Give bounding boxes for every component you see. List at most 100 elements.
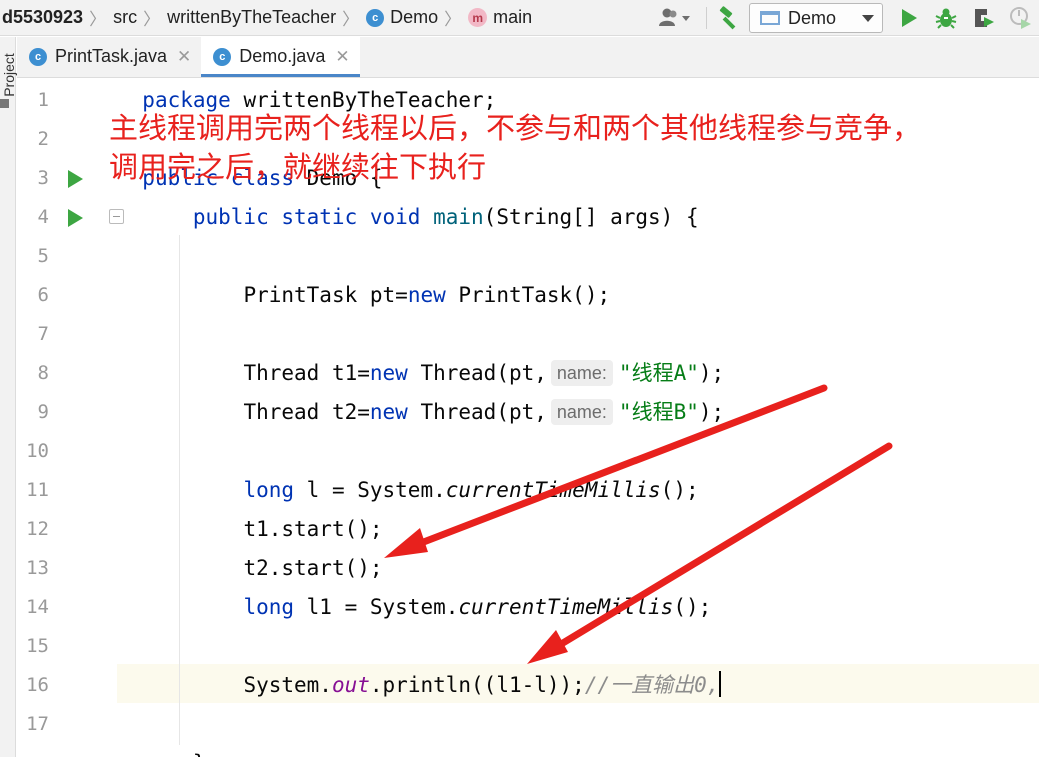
code-line: } — [117, 744, 1039, 757]
gutter-line: 6 — [17, 276, 117, 315]
run-main-gutter-icon[interactable] — [68, 209, 83, 227]
line-number: 3 — [37, 167, 49, 189]
editor-tab-bar: c PrintTask.java ✕ c Demo.java ✕ — [17, 36, 1039, 78]
code-text: l1 = System. — [294, 595, 459, 619]
close-icon[interactable]: ✕ — [335, 47, 349, 67]
breadcrumb-separator: 〉 — [89, 10, 107, 29]
breadcrumb-separator: 〉 — [342, 10, 360, 29]
code-text: Thread t2= — [243, 400, 370, 424]
gutter-line: 12 — [17, 510, 117, 549]
tab-label: Demo.java — [239, 46, 326, 66]
run-icon[interactable] — [891, 0, 927, 36]
annotation-note: 主线程调用完两个线程以后，不参与和两个其他线程参与竞争， 调用完之后，就继续往下… — [109, 109, 1009, 187]
code-text: Thread t1= — [243, 361, 370, 385]
keyword: long — [243, 595, 295, 619]
keyword: new — [369, 361, 408, 385]
navigation-bar: d5530923 〉 src 〉 writtenByTheTeacher 〉 c… — [0, 0, 1039, 36]
line-number: 16 — [26, 674, 49, 696]
line-number: 14 — [26, 596, 49, 618]
code-line: public static void main(String[] args) { — [117, 198, 1039, 237]
gutter-line: 1 — [17, 81, 117, 120]
code-text: ); — [698, 361, 725, 385]
tab-label: PrintTask.java — [55, 46, 168, 66]
line-number: 1 — [37, 89, 49, 111]
string-literal: "线程A" — [618, 361, 699, 385]
breadcrumb-class-label: Demo — [390, 7, 439, 27]
code-text: PrintTask(); — [445, 283, 611, 307]
gutter-line: 3 — [17, 159, 117, 198]
keyword: new — [369, 400, 408, 424]
tab-demo-java[interactable]: c Demo.java ✕ — [201, 36, 360, 77]
coverage-icon[interactable] — [965, 0, 1003, 36]
class-icon: c — [366, 8, 385, 27]
folder-icon — [0, 99, 9, 108]
line-number: 7 — [37, 323, 49, 345]
project-tool-window-tab[interactable]: Project — [1, 48, 17, 102]
close-icon[interactable]: ✕ — [177, 47, 191, 67]
gutter-line: 14 — [17, 588, 117, 627]
code-text: l = System. — [294, 478, 446, 502]
gutter-line: 4 — [17, 198, 124, 237]
gutter-line: 9 — [17, 393, 117, 432]
code-line: PrintTask pt=new PrintTask(); — [117, 276, 1039, 315]
gutter-line: 7 — [17, 315, 117, 354]
static-field: out — [331, 673, 370, 697]
parameter-hint: name: — [550, 360, 613, 386]
code-line: System.out.println((l1-l));//一直输出0, — [117, 666, 1039, 705]
method-name: main — [433, 205, 484, 229]
line-number: 12 — [26, 518, 49, 540]
parameter-hint: name: — [550, 399, 613, 425]
code-text: } — [193, 751, 206, 757]
breadcrumb-method-label: main — [493, 7, 533, 27]
gutter-line: 10 — [17, 432, 117, 471]
breadcrumb-class[interactable]: c Demo — [366, 0, 438, 36]
class-icon: c — [29, 47, 47, 66]
static-method: currentTimeMillis — [445, 478, 661, 502]
code-text: t2.start(); — [243, 556, 383, 580]
gutter-line: 8 — [17, 354, 117, 393]
code-line: t2.start(); — [117, 549, 1039, 588]
line-number: 6 — [37, 284, 49, 306]
profiler-icon[interactable] — [1003, 0, 1039, 36]
code-text: .println((l1-l)); — [369, 673, 585, 697]
method-icon: m — [468, 8, 488, 27]
breadcrumb-package[interactable]: writtenByTheTeacher — [167, 0, 336, 36]
window-icon — [760, 11, 780, 25]
user-icon[interactable] — [654, 0, 698, 36]
code-text: Thread(pt, — [407, 400, 547, 424]
line-number: 9 — [37, 401, 49, 423]
build-hammer-icon[interactable] — [715, 0, 743, 36]
gutter-line: 17 — [17, 705, 117, 744]
line-comment: //一直输出0, — [584, 673, 720, 697]
toolbar-divider — [706, 7, 707, 29]
text-caret — [719, 671, 722, 697]
run-class-gutter-icon[interactable] — [68, 170, 83, 188]
run-configuration-select[interactable]: Demo — [749, 3, 883, 33]
code-line: long l = System.currentTimeMillis(); — [117, 471, 1039, 510]
line-number: 11 — [26, 479, 49, 501]
tab-printtask-java[interactable]: c PrintTask.java ✕ — [17, 36, 201, 77]
line-number: 4 — [37, 206, 49, 228]
code-line: Thread t1=new Thread(pt, name: "线程A"); — [117, 354, 1039, 393]
breadcrumb-src[interactable]: src — [113, 0, 137, 36]
breadcrumb-separator: 〉 — [444, 10, 462, 29]
keyword: long — [243, 478, 295, 502]
line-number: 13 — [26, 557, 49, 579]
code-line: Thread t2=new Thread(pt, name: "线程B"); — [117, 393, 1039, 432]
code-line: long l1 = System.currentTimeMillis(); — [117, 588, 1039, 627]
code-text: System. — [243, 673, 332, 697]
line-number: 2 — [37, 128, 49, 150]
code-text: t1.start(); — [243, 517, 383, 541]
debug-icon[interactable] — [927, 0, 965, 36]
gutter-line: 2 — [17, 120, 117, 159]
toolbar: Demo — [654, 0, 1039, 36]
gutter-line: 13 — [17, 549, 117, 588]
keyword: new — [407, 283, 446, 307]
gutter-line: 15 — [17, 627, 117, 666]
string-literal: "线程B" — [618, 400, 699, 424]
code-text: PrintTask pt= — [243, 283, 408, 307]
gutter-line: 11 — [17, 471, 117, 510]
breadcrumb-method[interactable]: m main — [468, 0, 532, 36]
line-number: 10 — [26, 440, 49, 462]
breadcrumb-project[interactable]: d5530923 — [0, 0, 83, 36]
